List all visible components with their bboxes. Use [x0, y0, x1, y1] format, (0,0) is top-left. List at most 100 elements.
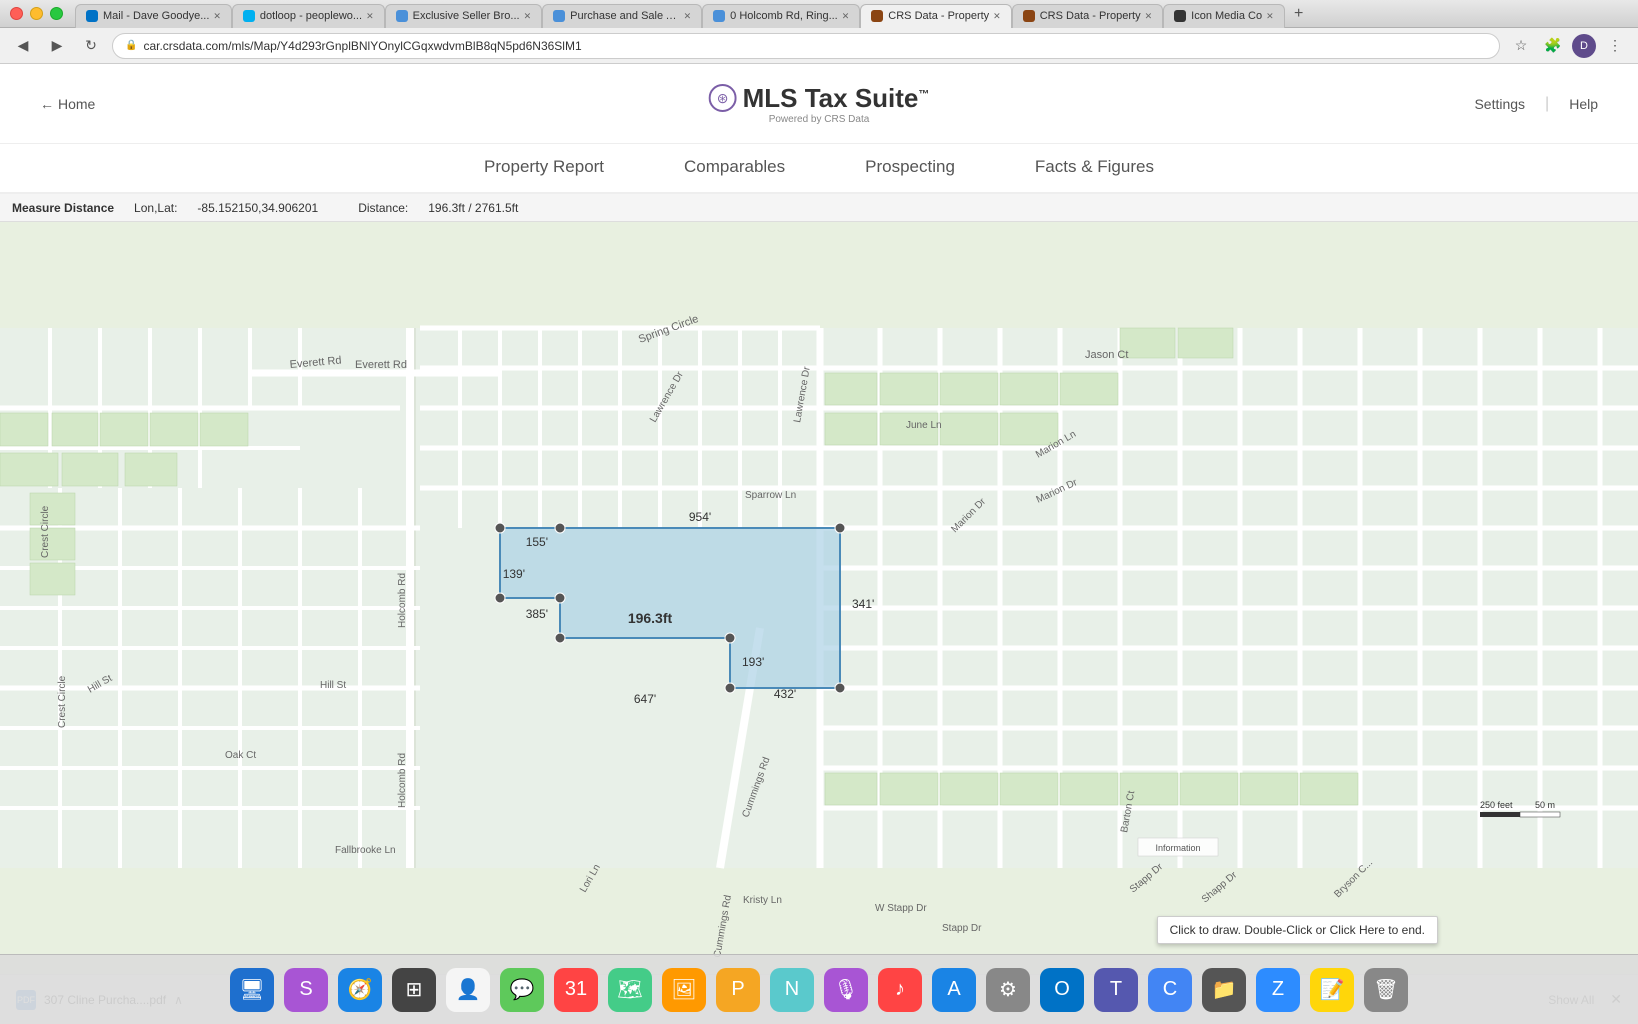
svg-text:June Ln: June Ln	[906, 420, 942, 431]
dock-item-siri[interactable]: S	[283, 967, 329, 1013]
dock-item-contacts[interactable]: 👤	[445, 967, 491, 1013]
close-window-button[interactable]	[10, 7, 23, 20]
maximize-window-button[interactable]	[50, 7, 63, 20]
dock-item-drive[interactable]: 📁	[1201, 967, 1247, 1013]
map-container[interactable]: 954' 341' 432' 647' 155' 139' 385' 193' …	[0, 222, 1638, 974]
svg-text:Hill St: Hill St	[320, 680, 346, 691]
dock-item-chrome[interactable]: C	[1147, 967, 1193, 1013]
svg-text:⊛: ⊛	[717, 90, 729, 106]
nav-tab-facts-figures[interactable]: Facts & Figures	[1035, 145, 1154, 192]
address-bar[interactable]: 🔒 car.crsdata.com/mls/Map/Y4d293rGnplBNl…	[112, 33, 1500, 59]
dock: 🖥S🧭⊞👤💬31🗺🖼PN🎙♪A⚙OTC📁Z📝🗑	[0, 954, 1638, 1024]
logo-text: MLS Tax Suite™	[743, 83, 930, 114]
browser-tab-6[interactable]: CRS Data - Property ✕	[860, 4, 1011, 28]
back-arrow-icon: ←	[40, 96, 54, 112]
svg-text:Kristy Ln: Kristy Ln	[743, 895, 782, 906]
dock-item-trash[interactable]: 🗑	[1363, 967, 1409, 1013]
dock-item-zoom-app[interactable]: Z	[1255, 967, 1301, 1013]
svg-text:Shapp Dr: Shapp Dr	[1200, 869, 1240, 905]
logo-subtitle: Powered by CRS Data	[769, 114, 870, 125]
svg-text:Jason Ct: Jason Ct	[1085, 349, 1128, 361]
back-button[interactable]: ◀	[10, 33, 36, 59]
browser-tab-1[interactable]: Mail - Dave Goodye... ✕	[75, 4, 232, 28]
menu-icon[interactable]: ⋮	[1602, 33, 1628, 59]
distance-label: Distance:	[358, 201, 408, 215]
svg-text:250 feet: 250 feet	[1480, 800, 1513, 810]
dock-item-pages[interactable]: P	[715, 967, 761, 1013]
forward-button[interactable]: ▶	[44, 33, 70, 59]
dock-item-appstore[interactable]: A	[931, 967, 977, 1013]
svg-text:Crest Circle: Crest Circle	[40, 505, 51, 558]
svg-text:954': 954'	[689, 510, 711, 524]
svg-text:Cummings Rd: Cummings Rd	[712, 894, 734, 958]
help-link[interactable]: Help	[1569, 96, 1598, 112]
navigation-bar: ◀ ▶ ↻ 🔒 car.crsdata.com/mls/Map/Y4d293rG…	[0, 28, 1638, 64]
dock-item-outlook[interactable]: O	[1039, 967, 1085, 1013]
dock-item-safari[interactable]: 🧭	[337, 967, 383, 1013]
measure-label: Measure Distance	[12, 201, 114, 215]
profile-avatar[interactable]: D	[1572, 34, 1596, 58]
svg-text:Holcomb Rd: Holcomb Rd	[397, 753, 408, 808]
svg-text:432': 432'	[774, 687, 796, 701]
nav-tab-prospecting[interactable]: Prospecting	[865, 145, 955, 192]
dock-item-teams[interactable]: T	[1093, 967, 1139, 1013]
browser-tabs: Mail - Dave Goodye... ✕ dotloop - people…	[75, 0, 1285, 28]
distance-value: 196.3ft / 2761.5ft	[428, 201, 518, 215]
svg-text:50 m: 50 m	[1535, 800, 1555, 810]
dock-item-launchpad[interactable]: ⊞	[391, 967, 437, 1013]
svg-text:155': 155'	[526, 535, 548, 549]
lon-lat-value: -85.152150,34.906201	[197, 201, 318, 215]
svg-text:Stapp Dr: Stapp Dr	[942, 923, 982, 934]
app-header: ← Home ⊛ MLS Tax Suite™ Powered by CRS D…	[0, 64, 1638, 144]
browser-tab-7[interactable]: CRS Data - Property ✕	[1012, 4, 1163, 28]
dock-item-finder[interactable]: 🖥	[229, 967, 275, 1013]
dock-item-numbers[interactable]: N	[769, 967, 815, 1013]
svg-text:196.3ft: 196.3ft	[628, 610, 673, 626]
bookmark-star-icon[interactable]: ☆	[1508, 33, 1534, 59]
dock-item-music[interactable]: ♪	[877, 967, 923, 1013]
svg-text:Everett Rd: Everett Rd	[355, 359, 407, 371]
home-link[interactable]: ← Home	[40, 96, 95, 112]
dock-item-calendar[interactable]: 31	[553, 967, 599, 1013]
traffic-lights[interactable]	[10, 7, 63, 20]
svg-text:385': 385'	[526, 607, 548, 621]
url-text: car.crsdata.com/mls/Map/Y4d293rGnplBNlYO…	[143, 39, 581, 53]
browser-tab-4[interactable]: Purchase and Sale A... ✕	[542, 4, 702, 28]
svg-text:193': 193'	[742, 655, 764, 669]
home-label: Home	[58, 96, 95, 112]
svg-text:Fallbrooke Ln: Fallbrooke Ln	[335, 845, 396, 856]
dock-item-notes[interactable]: 📝	[1309, 967, 1355, 1013]
dock-item-maps[interactable]: 🗺	[607, 967, 653, 1013]
refresh-button[interactable]: ↻	[78, 33, 104, 59]
nav-tab-comparables[interactable]: Comparables	[684, 145, 785, 192]
svg-text:W Stapp Dr: W Stapp Dr	[875, 903, 927, 914]
map-svg: 954' 341' 432' 647' 155' 139' 385' 193' …	[0, 222, 1638, 974]
dock-item-messages[interactable]: 💬	[499, 967, 545, 1013]
dock-item-systemprefs[interactable]: ⚙	[985, 967, 1031, 1013]
browser-tab-2[interactable]: dotloop - peoplewo... ✕	[232, 4, 385, 28]
svg-text:647': 647'	[634, 692, 656, 706]
browser-tab-8[interactable]: Icon Media Co ✕	[1163, 4, 1284, 28]
nav-tabs: Property Report Comparables Prospecting Fac…	[0, 144, 1638, 194]
svg-text:Holcomb Rd: Holcomb Rd	[397, 573, 408, 628]
map-tooltip: Click to draw. Double-Click or Click Her…	[1157, 916, 1438, 944]
dock-item-photos[interactable]: 🖼	[661, 967, 707, 1013]
extensions-icon[interactable]: 🧩	[1540, 33, 1566, 59]
measure-bar: Measure Distance Lon,Lat: -85.152150,34.…	[0, 194, 1638, 222]
new-tab-button[interactable]: +	[1285, 2, 1313, 26]
lock-icon: 🔒	[125, 40, 137, 51]
lon-lat-label: Lon,Lat:	[134, 201, 177, 215]
svg-text:Sparrow Ln: Sparrow Ln	[745, 490, 796, 501]
browser-tab-3[interactable]: Exclusive Seller Bro... ✕	[385, 4, 543, 28]
header-divider: |	[1545, 95, 1549, 113]
app-logo: ⊛ MLS Tax Suite™ Powered by CRS Data	[709, 83, 930, 125]
browser-tab-5[interactable]: 0 Holcomb Rd, Ring... ✕	[702, 4, 860, 28]
logo-icon: ⊛	[709, 84, 737, 112]
settings-link[interactable]: Settings	[1474, 96, 1525, 112]
nav-tab-property-report[interactable]: Property Report	[484, 145, 604, 192]
svg-text:Crest Circle: Crest Circle	[57, 675, 68, 728]
logo-main: ⊛ MLS Tax Suite™	[709, 83, 930, 114]
dock-item-podcasts[interactable]: 🎙	[823, 967, 869, 1013]
minimize-window-button[interactable]	[30, 7, 43, 20]
nav-right-controls: ☆ 🧩 D ⋮	[1508, 33, 1628, 59]
